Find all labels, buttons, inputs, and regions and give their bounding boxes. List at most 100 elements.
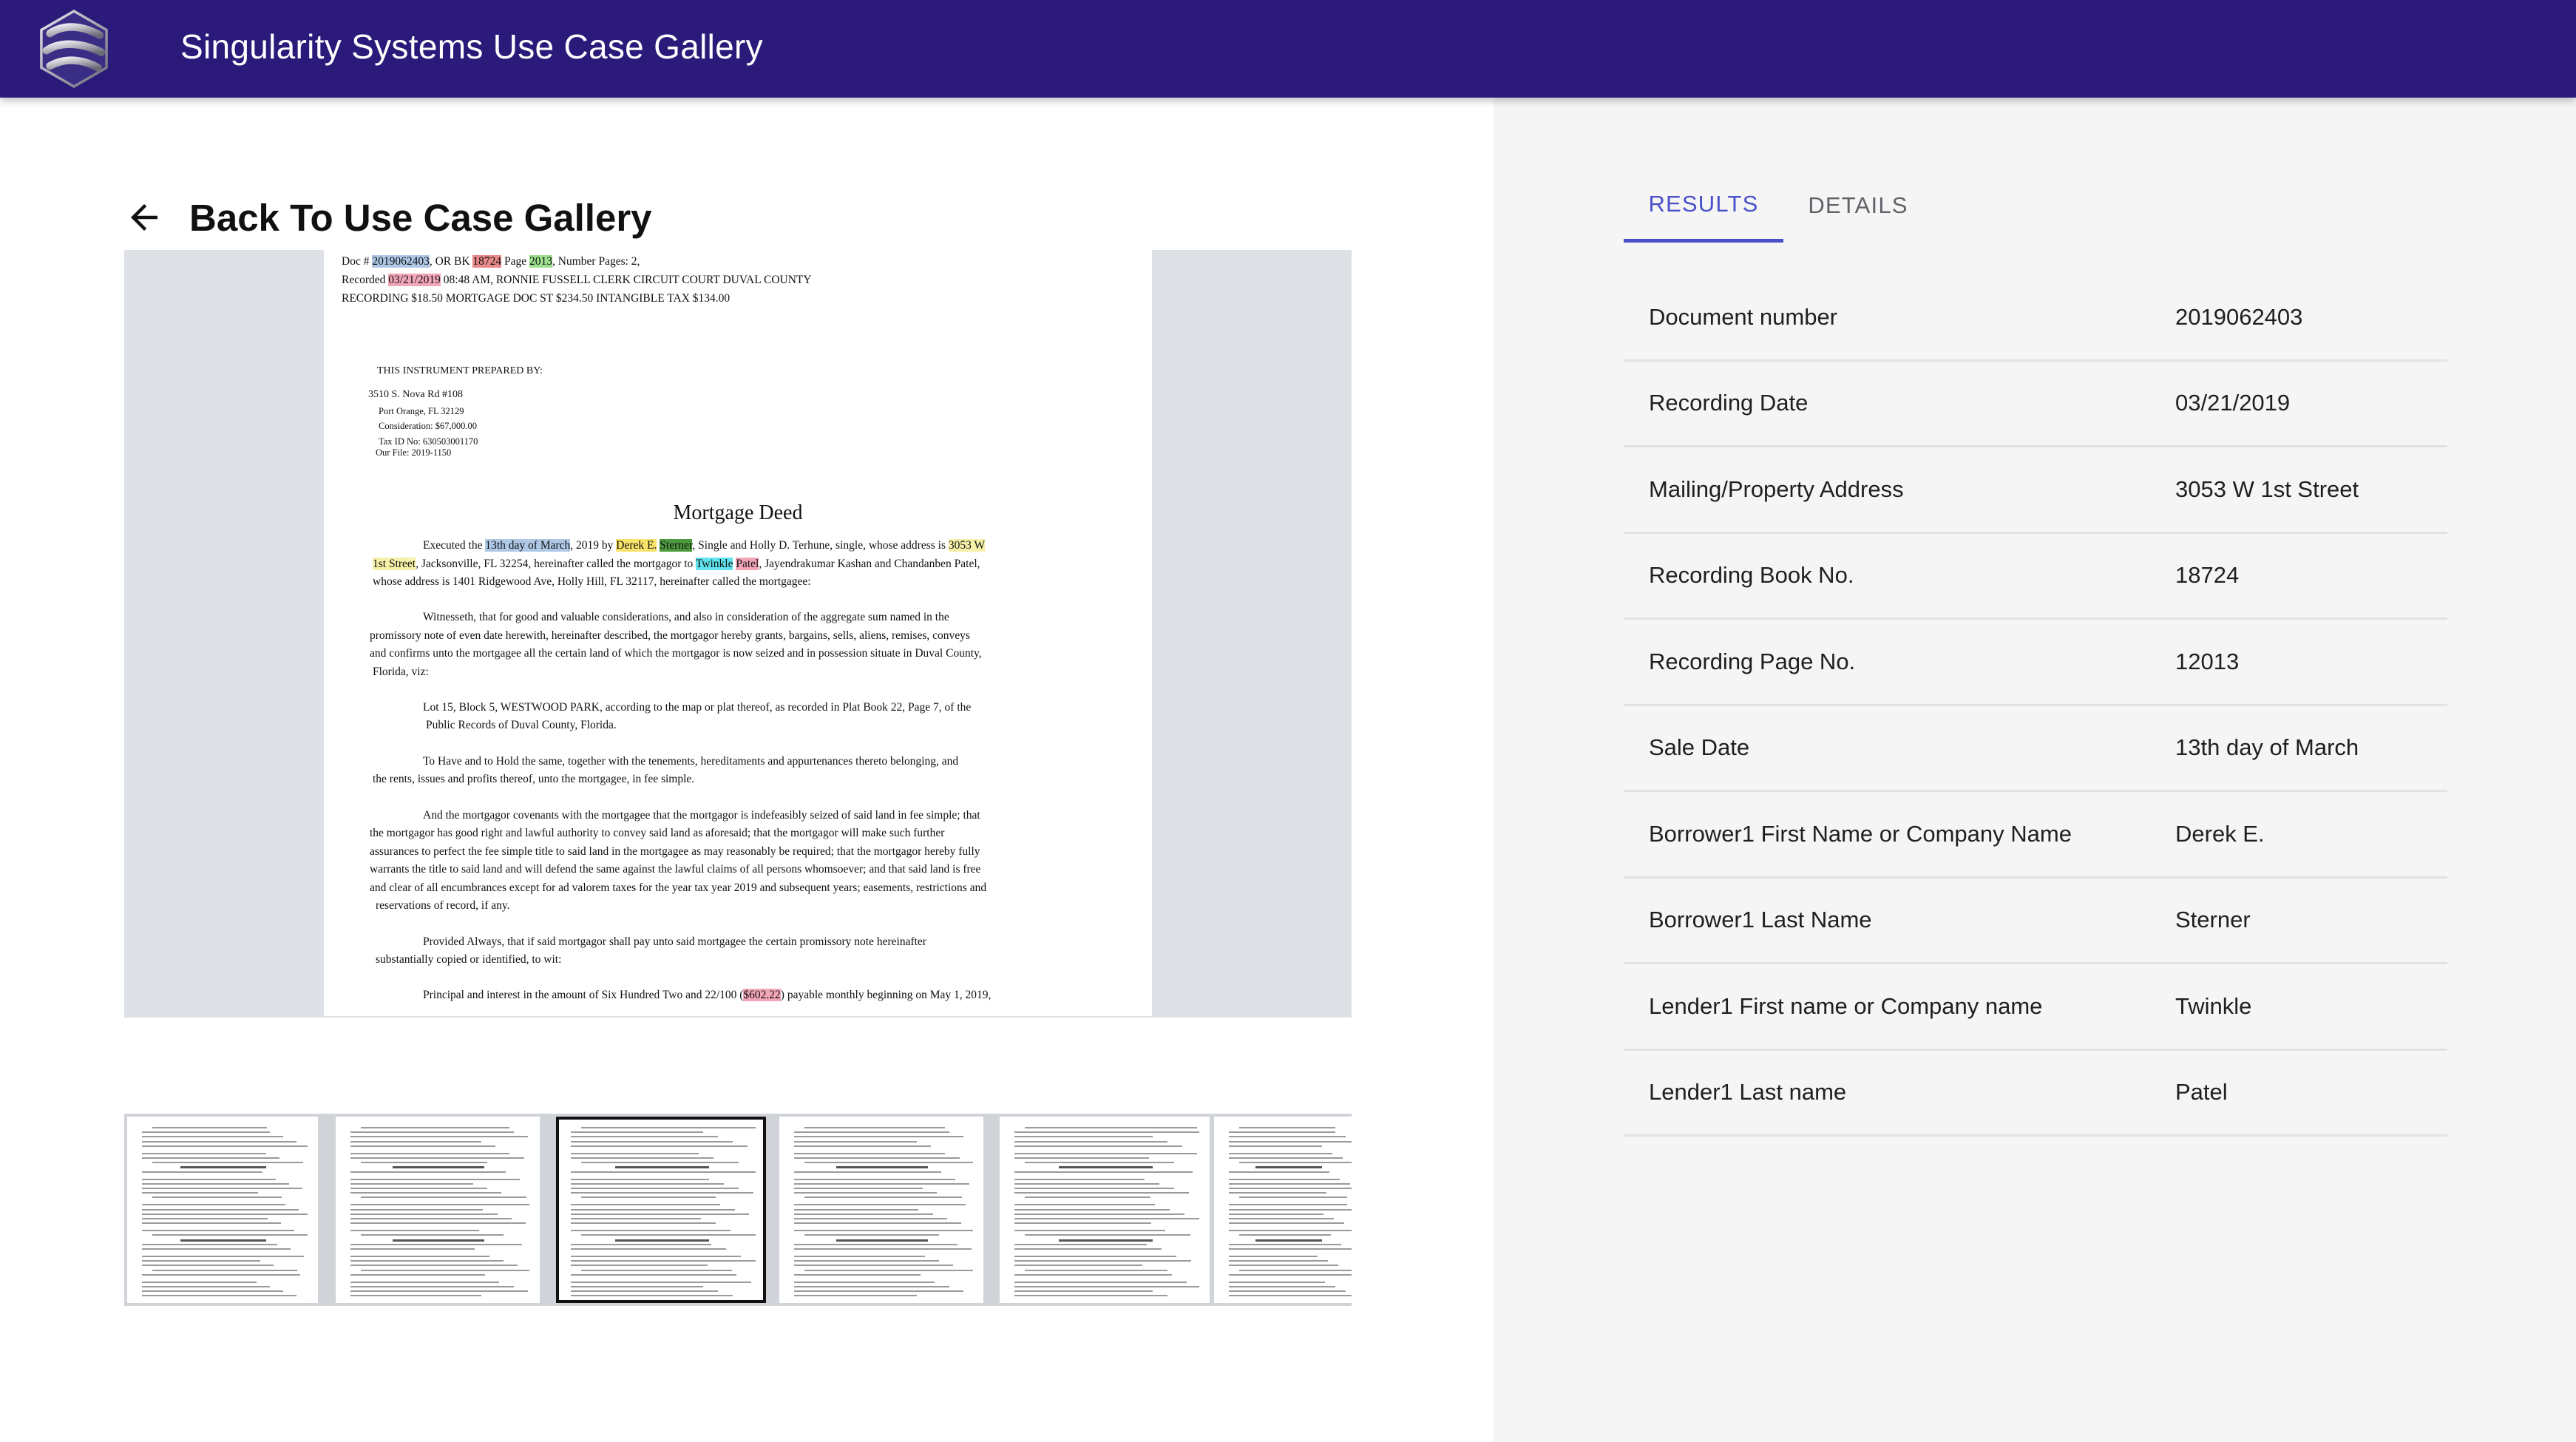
thumbnail-text-line (350, 1157, 524, 1159)
document-text: To Have and to Hold the same, together w… (423, 755, 959, 768)
thumbnail-text-line (1229, 1204, 1347, 1206)
back-to-gallery-link[interactable]: Back To Use Case Gallery (124, 188, 652, 247)
thumbnail-text-line (794, 1188, 923, 1189)
thumbnail-text-line (1014, 1230, 1166, 1232)
thumbnail-text-line (1058, 1166, 1153, 1169)
thumbnail-text-line (1014, 1140, 1168, 1143)
thumbnail-text-line (571, 1222, 716, 1225)
thumbnail-text-line (142, 1178, 276, 1180)
thumbnail-text-line (1229, 1213, 1323, 1215)
document-viewer[interactable]: Doc # 2019062403, OR BK 18724 Page 2013,… (124, 250, 1352, 1018)
thumbnail-text-line (794, 1182, 970, 1185)
document-line: Florida, viz: (373, 665, 429, 680)
page-thumbnail[interactable] (556, 1117, 766, 1303)
thumbnail-text-line (571, 1295, 733, 1297)
thumbnail-text-line (142, 1145, 308, 1147)
prepared-by-line: Consideration: $67,000.00 (379, 421, 477, 431)
page-thumbnail[interactable] (336, 1117, 540, 1303)
result-field-value: Patel (2175, 1079, 2228, 1106)
thumbnail-text-line (142, 1281, 257, 1283)
arrow-left-icon[interactable] (124, 197, 164, 237)
thumbnail-text-line (1014, 1260, 1191, 1262)
thumbnail-text-line (1014, 1295, 1168, 1297)
document-text: Recorded (342, 274, 389, 286)
thumbnail-text-line (350, 1218, 512, 1219)
thumbnail-text-line (361, 1196, 526, 1199)
app-title: Singularity Systems Use Case Gallery (180, 27, 763, 66)
thumbnail-text-line (1229, 1281, 1325, 1283)
thumbnail-text-line (581, 1196, 716, 1199)
thumbnail-text-line (350, 1230, 479, 1232)
back-to-gallery-label[interactable]: Back To Use Case Gallery (189, 196, 652, 240)
thumbnail-text-line (571, 1265, 708, 1267)
thumbnail-text-line (571, 1290, 718, 1293)
document-text: reservations of record, if any. (376, 899, 510, 912)
document-text: ) payable monthly beginning on May 1, 20… (780, 989, 992, 1001)
thumbnail-text-line (1229, 1218, 1334, 1219)
document-line: and confirms unto the mortgagee all the … (370, 646, 982, 661)
tab-results[interactable]: RESULTS (1624, 169, 1783, 243)
page-thumbnail[interactable] (1000, 1117, 1210, 1303)
results-table: Document number 2019062403 Recording Date 0… (1624, 275, 2447, 1137)
document-text: Witnesseth, that for good and valuable c… (423, 611, 949, 623)
result-field-value: 03/21/2019 (2175, 390, 2291, 416)
app-bar: Singularity Systems Use Case Gallery (0, 0, 2576, 98)
thumbnail-text-line (571, 1131, 703, 1134)
page-thumbnail[interactable] (127, 1117, 318, 1303)
page-thumbnail[interactable] (1214, 1117, 1352, 1303)
result-field-name: Document number (1649, 303, 1838, 330)
result-row: Recording Book No. 18724 (1624, 534, 2447, 620)
document-line: assurances to perfect the fee simple tit… (370, 844, 980, 859)
page-thumbnail[interactable] (779, 1117, 983, 1303)
thumbnail-text-line (794, 1248, 972, 1250)
thumbnail-text-line (794, 1222, 962, 1225)
thumbnail-text-line (1014, 1243, 1147, 1245)
thumbnail-text-line (1229, 1248, 1352, 1250)
thumbnail-text-line (614, 1239, 710, 1242)
document-text: Public Records of Duval County, Florida. (426, 719, 617, 731)
thumbnail-text-line (142, 1157, 279, 1159)
tab-details[interactable]: DETAILS (1783, 169, 1933, 243)
document-text: assurances to perfect the fee simple tit… (370, 845, 980, 858)
thumbnail-text-line (152, 1127, 267, 1128)
thumbnail-text-line (350, 1213, 498, 1215)
document-line: substantially copied or identified, to w… (376, 952, 561, 967)
thumbnail-text-line (142, 1260, 260, 1262)
document-line: Doc # 2019062403, OR BK 18724 Page 2013,… (342, 254, 640, 269)
thumbnail-text-line (794, 1131, 949, 1134)
thumbnail-text-line (1229, 1182, 1350, 1185)
thumbnail-text-line (1229, 1273, 1352, 1276)
singularity-logo-icon[interactable] (31, 6, 117, 92)
document-line: Executed the 13th day of March, 2019 by … (423, 538, 986, 553)
thumbnail-text-line (1239, 1196, 1347, 1199)
thumbnail-text-line (794, 1281, 935, 1283)
thumbnail-text-line (350, 1178, 521, 1180)
result-row: Document number 2019062403 (1624, 275, 2447, 362)
result-field-name: Lender1 Last name (1649, 1079, 1847, 1106)
thumbnail-text-line (142, 1243, 278, 1245)
thumbnail-text-line (1014, 1213, 1185, 1215)
thumbnail-text-line (142, 1222, 282, 1225)
thumbnail-text-line (350, 1188, 487, 1189)
page-thumbnail-strip[interactable] (124, 1114, 1352, 1306)
thumbnail-text-line (350, 1265, 518, 1267)
thumbnail-text-line (1025, 1196, 1151, 1199)
tab-bar: RESULTS DETAILS (1624, 169, 1933, 243)
thumbnail-text-line (350, 1290, 529, 1293)
thumbnail-text-line (142, 1204, 285, 1206)
thumbnail-text-line (142, 1290, 283, 1293)
prepared-by-line: Port Orange, FL 32129 (379, 406, 464, 416)
thumbnail-text-line (142, 1182, 289, 1185)
document-text: , Jayendrakumar Kashan and Chandanben Pa… (759, 558, 980, 570)
thumbnail-text-line (1014, 1204, 1156, 1206)
thumbnail-text-line (794, 1230, 973, 1232)
highlighted-entity: Sterner (660, 539, 693, 552)
document-text: substantially copied or identified, to w… (376, 953, 562, 966)
document-line: the rents, issues and profits thereof, u… (373, 772, 694, 787)
thumbnail-text-line (1239, 1162, 1352, 1164)
thumbnail-text-line (1229, 1260, 1328, 1262)
thumbnail-text-line (152, 1234, 308, 1236)
thumbnail-text-line (1229, 1152, 1332, 1154)
thumbnail-text-line (1229, 1178, 1340, 1180)
thumbnail-text-line (571, 1248, 727, 1250)
